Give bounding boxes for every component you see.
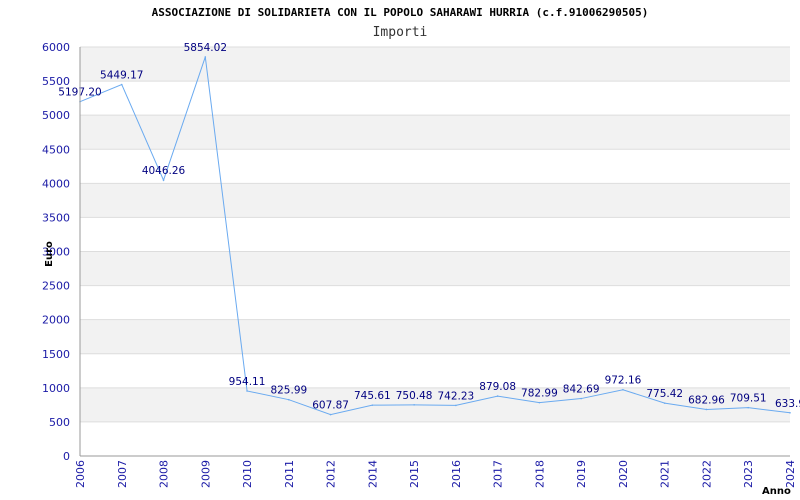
data-point [120, 83, 123, 86]
data-label: 5854.02 [184, 42, 227, 54]
data-point [413, 404, 415, 406]
x-tick-label: 2012 [325, 460, 338, 488]
data-label: 972.16 [605, 375, 642, 387]
x-axis-ticks: 2006 2007 2008 2009 2010 2011 2012 2014 2015 2016… [74, 460, 797, 488]
data-label: 750.48 [396, 390, 433, 402]
y-tick-label: 2500 [42, 280, 70, 293]
data-label: 842.69 [563, 384, 600, 396]
data-point [329, 413, 332, 416]
x-tick-label: 2010 [241, 460, 254, 488]
data-label: 954.11 [229, 376, 266, 388]
data-point [246, 390, 248, 392]
data-point [204, 56, 207, 58]
x-tick-label: 2022 [700, 460, 713, 488]
data-point [622, 388, 624, 391]
data-label: 709.51 [730, 393, 767, 405]
x-tick-label: 2023 [742, 460, 755, 488]
x-tick-label: 2024 [784, 460, 797, 488]
x-tick-label: 2015 [408, 460, 421, 488]
y-tick-label: 2000 [42, 314, 70, 327]
y-tick-label: 0 [63, 450, 70, 463]
line-chart: 0500100015002000250030003500400045005000… [42, 41, 800, 497]
data-label: 775.42 [646, 388, 683, 400]
x-tick-label: 2019 [575, 460, 588, 488]
data-label: 607.87 [312, 400, 349, 412]
y-tick-label: 4500 [42, 143, 70, 156]
data-point [789, 411, 791, 414]
x-tick-label: 2009 [199, 460, 212, 488]
data-point [705, 408, 708, 411]
grid-band [80, 183, 790, 218]
x-tick-label: 2021 [659, 460, 672, 488]
data-label: 879.08 [479, 381, 516, 393]
grid-bands [80, 47, 790, 422]
y-tick-label: 4000 [42, 177, 70, 190]
y-axis-label: Euro [44, 241, 55, 267]
y-tick-label: 1500 [42, 348, 70, 361]
y-tick-label: 1000 [42, 382, 70, 395]
data-point [747, 406, 750, 409]
grid-band [80, 115, 790, 150]
x-tick-label: 2007 [116, 460, 129, 488]
data-label: 5449.17 [100, 70, 143, 82]
data-label: 682.96 [688, 394, 725, 406]
y-tick-label: 500 [49, 416, 70, 429]
x-tick-label: 2006 [74, 460, 87, 488]
y-tick-label: 6000 [42, 41, 70, 54]
x-tick-label: 2020 [617, 460, 630, 488]
data-point [162, 179, 165, 181]
x-tick-label: 2016 [450, 460, 463, 488]
x-tick-label: 2014 [366, 460, 379, 488]
data-point [455, 404, 457, 407]
data-label: 745.61 [354, 390, 391, 402]
x-tick-label: 2008 [158, 460, 171, 488]
data-point [538, 401, 541, 404]
data-label: 742.23 [438, 390, 475, 402]
data-point [288, 398, 290, 401]
series-group [79, 56, 791, 416]
y-tick-label: 3500 [42, 211, 70, 224]
data-label: 633.9 [775, 398, 800, 410]
x-tick-label: 2018 [533, 460, 546, 488]
grid-band [80, 319, 790, 354]
x-axis-label: Anno [762, 486, 791, 497]
data-point [371, 404, 374, 406]
series-line [79, 56, 791, 416]
data-point [663, 402, 666, 404]
x-tick-label: 2017 [492, 460, 505, 488]
data-label: 782.99 [521, 388, 558, 400]
y-tick-label: 5000 [42, 109, 70, 122]
data-labels: 5197.205449.174046.265854.02954.11825.99… [58, 42, 800, 412]
data-point [496, 395, 499, 397]
grid-band [80, 251, 790, 286]
x-tick-label: 2011 [283, 460, 296, 488]
data-label: 825.99 [270, 385, 307, 397]
data-point [580, 397, 582, 400]
data-label: 4046.26 [142, 165, 186, 177]
